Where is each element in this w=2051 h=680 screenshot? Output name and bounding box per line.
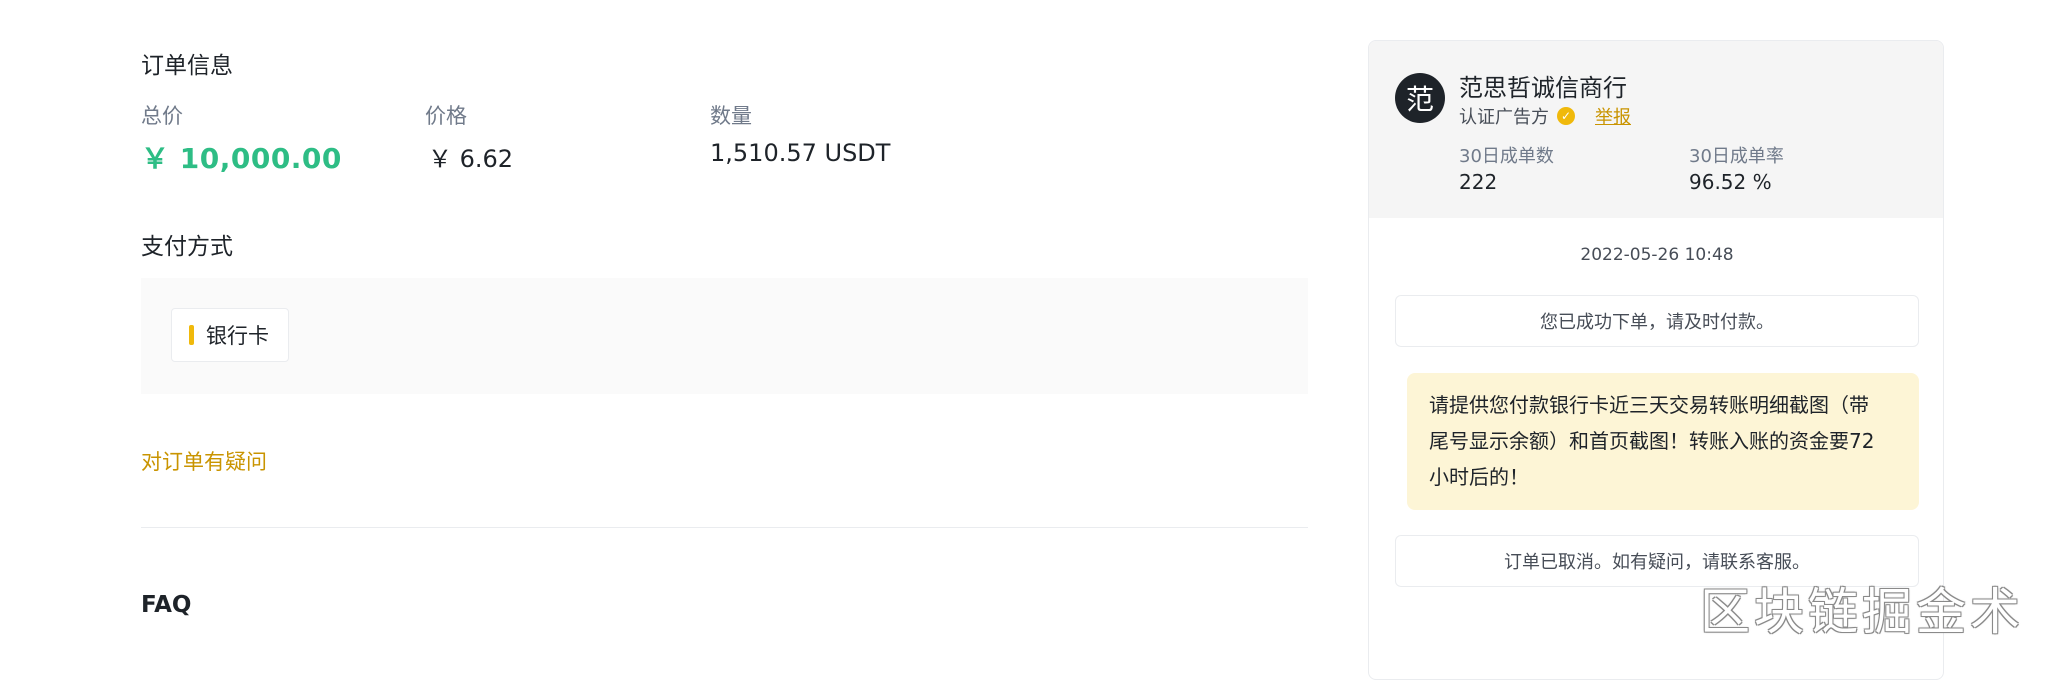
order-question-link[interactable]: 对订单有疑问 bbox=[141, 446, 267, 476]
payment-color-bar bbox=[189, 325, 194, 345]
payment-method-heading: 支付方式 bbox=[141, 234, 233, 260]
merchant-message: 请提供您付款银行卡近三天交易转账明细截图（带 尾号显示余额）和首页截图！转账入账… bbox=[1407, 373, 1919, 510]
merchant-message-line: 请提供您付款银行卡近三天交易转账明细截图（带 bbox=[1429, 393, 1869, 417]
unit-price-label: 价格 bbox=[425, 104, 467, 128]
payment-method-label: 银行卡 bbox=[206, 324, 269, 348]
merchant-message-line: 尾号显示余额）和首页截图！转账入账的资金要72 bbox=[1429, 429, 1875, 453]
verified-check-icon: ✓ bbox=[1557, 107, 1575, 125]
system-message-order-placed: 您已成功下单，请及时付款。 bbox=[1395, 295, 1919, 347]
quantity-label: 数量 bbox=[710, 104, 752, 128]
section-divider bbox=[141, 527, 1308, 528]
payment-method-panel bbox=[141, 278, 1308, 394]
report-link[interactable]: 举报 bbox=[1595, 103, 1631, 129]
merchant-message-line: 小时后的！ bbox=[1429, 465, 1529, 489]
orders-30d-value: 222 bbox=[1459, 170, 1498, 194]
completion-rate-30d-label: 30日成单率 bbox=[1689, 146, 1784, 167]
verified-advertiser: 认证广告方 ✓ bbox=[1459, 103, 1575, 129]
chat-timestamp: 2022-05-26 10:48 bbox=[1580, 245, 1734, 265]
payment-method-bank-card[interactable]: 银行卡 bbox=[171, 308, 289, 362]
verified-label: 认证广告方 bbox=[1459, 107, 1549, 128]
order-info-heading: 订单信息 bbox=[141, 53, 233, 79]
total-price-value: ￥ 10,000.00 bbox=[141, 142, 342, 175]
merchant-name[interactable]: 范思哲诚信商行 bbox=[1459, 68, 1627, 103]
unit-price-value: ￥ 6.62 bbox=[428, 145, 514, 173]
faq-heading: FAQ bbox=[141, 592, 192, 618]
merchant-header bbox=[1369, 41, 1943, 218]
watermark-text: 区块链掘金术 bbox=[1700, 583, 2024, 641]
completion-rate-30d-value: 96.52 % bbox=[1689, 170, 1772, 194]
orders-30d-label: 30日成单数 bbox=[1459, 146, 1554, 167]
total-price-label: 总价 bbox=[141, 104, 183, 128]
merchant-avatar: 范 bbox=[1395, 73, 1445, 123]
quantity-value: 1,510.57 USDT bbox=[710, 139, 891, 167]
